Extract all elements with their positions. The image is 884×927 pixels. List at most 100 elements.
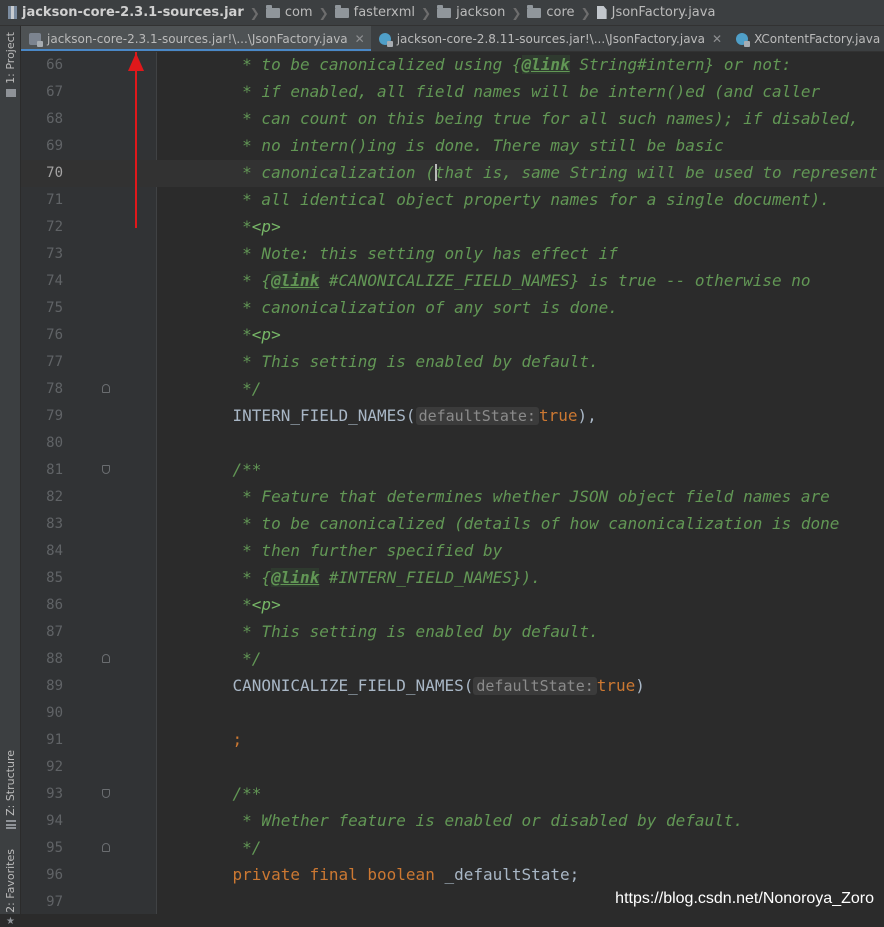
file-icon — [596, 6, 607, 19]
folder-icon — [334, 4, 349, 18]
favorites-tool-label: 2: Favorites — [4, 849, 17, 913]
fold-marker-icon[interactable] — [102, 384, 110, 393]
code-line: 74 * {@link #CANONICALIZE_FIELD_NAMES} i… — [21, 268, 884, 295]
chevron-right-icon: ❯ — [511, 5, 522, 20]
breadcrumb-item[interactable]: jackson-core-2.3.1-sources.jar — [8, 5, 244, 20]
code-line: 91 ; — [21, 727, 884, 754]
close-icon[interactable]: ✕ — [712, 32, 722, 46]
code-token: * canonicalization of any sort is done. — [194, 298, 618, 317]
code-line: 70 * canonicalization (that is, same Str… — [21, 160, 884, 187]
code-token: #CANONICALIZE_FIELD_NAMES} is true -- ot… — [319, 271, 811, 290]
code-line: 72 *<p> — [21, 214, 884, 241]
folder-icon — [437, 4, 452, 18]
code-line: 92 — [21, 754, 884, 781]
line-number: 90 — [46, 705, 63, 721]
code-text: * Whether feature is enabled or disabled… — [194, 811, 743, 831]
line-number: 73 — [46, 246, 63, 262]
code-line: 81 /** — [21, 457, 884, 484]
code-line: 75 * canonicalization of any sort is don… — [21, 295, 884, 322]
code-text: CANONICALIZE_FIELD_NAMES(defaultState: tr… — [194, 676, 645, 696]
code-token: ; — [194, 730, 243, 749]
breadcrumb-label: jackson — [456, 5, 506, 20]
code-text: * canonicalization (that is, same String… — [194, 163, 878, 183]
code-text: *<p> — [194, 217, 281, 237]
code-text: /** — [194, 784, 262, 804]
code-token: * can count on this being true for all s… — [194, 109, 859, 128]
code-text: * can count on this being true for all s… — [194, 109, 859, 129]
code-token: ) — [635, 676, 645, 695]
code-line: 66 * to be canonicalized using {@link St… — [21, 52, 884, 79]
breadcrumb-item[interactable]: fasterxml — [334, 4, 416, 20]
folder-icon — [527, 4, 542, 18]
watermark: https://blog.csdn.net/Nonoroya_Zoro — [615, 890, 874, 907]
code-token: * Feature that determines whether JSON o… — [194, 487, 830, 506]
breadcrumb-item[interactable]: com — [265, 4, 313, 20]
code-line: 82 * Feature that determines whether JSO… — [21, 484, 884, 511]
editor-tab[interactable]: jackson-core-2.3.1-sources.jar!\...\Json… — [21, 26, 371, 51]
code-line: 76 *<p> — [21, 322, 884, 349]
fold-marker-icon[interactable] — [102, 465, 110, 474]
code-token: * canonicalization ( — [194, 163, 435, 182]
code-token: * if enabled, all field names will be in… — [194, 82, 821, 101]
code-line: 68 * can count on this being true for al… — [21, 106, 884, 133]
breadcrumb-item[interactable]: jackson — [437, 4, 506, 20]
editor-tab[interactable]: jackson-core-2.8.11-sources.jar!\...\Jso… — [371, 26, 728, 51]
code-line: 87 * This setting is enabled by default. — [21, 619, 884, 646]
code-text: * canonicalization of any sort is done. — [194, 298, 618, 318]
line-number: 92 — [46, 759, 63, 775]
fold-marker-icon[interactable] — [102, 789, 110, 798]
code-token: * no intern()ing is done. There may stil… — [194, 136, 724, 155]
project-tool-button[interactable]: 1: Project — [0, 32, 21, 97]
code-token: */ — [194, 649, 262, 668]
code-text: * Note: this setting only has effect if — [194, 244, 618, 264]
locked-file-icon — [29, 33, 43, 47]
code-token: /** — [194, 784, 262, 803]
code-token: * { — [194, 568, 272, 587]
code-line: 85 * {@link #INTERN_FIELD_NAMES}). — [21, 565, 884, 592]
code-token: private final boolean — [194, 865, 445, 884]
breadcrumb-label: core — [546, 5, 575, 20]
breadcrumb-label: fasterxml — [353, 5, 416, 20]
close-icon[interactable]: ✕ — [355, 32, 365, 46]
code-token: * This setting is enabled by default. — [194, 622, 599, 641]
breadcrumb-item[interactable]: JsonFactory.java — [596, 5, 716, 20]
code-token: String#intern} or not: — [569, 55, 792, 74]
line-number: 68 — [46, 111, 63, 127]
code-line: 67 * if enabled, all field names will be… — [21, 79, 884, 106]
breadcrumb-label: JsonFactory.java — [611, 5, 716, 20]
code-token: true — [596, 676, 636, 695]
fold-marker-icon[interactable] — [102, 654, 110, 663]
favorites-tool-button[interactable]: 2: Favorites ★ — [0, 849, 21, 927]
fold-marker-icon[interactable] — [102, 843, 110, 852]
code-token: INTERN_FIELD_NAMES( — [194, 406, 416, 425]
code-token: * — [194, 595, 252, 614]
line-number: 87 — [46, 624, 63, 640]
code-line: 89 CANONICALIZE_FIELD_NAMES(defaultState… — [21, 673, 884, 700]
breadcrumb-item[interactable]: core — [527, 4, 575, 20]
code-line: 84 * then further specified by — [21, 538, 884, 565]
code-line: 78 */ — [21, 376, 884, 403]
line-number: 86 — [46, 597, 63, 613]
tab-label: jackson-core-2.8.11-sources.jar!\...\Jso… — [396, 32, 705, 46]
line-number: 77 — [46, 354, 63, 370]
line-number: 81 — [46, 462, 63, 478]
chevron-right-icon: ❯ — [249, 5, 260, 20]
structure-tool-button[interactable]: Z: Structure — [0, 750, 21, 829]
line-number: 82 — [46, 489, 63, 505]
structure-icon — [5, 819, 16, 829]
line-number: 79 — [46, 408, 63, 424]
chevron-right-icon: ❯ — [421, 5, 432, 20]
tab-label: XContentFactory.java — [754, 32, 881, 46]
line-number: 80 — [46, 435, 63, 451]
code-text: */ — [194, 838, 261, 858]
code-token: /** — [194, 460, 262, 479]
structure-tool-label: Z: Structure — [4, 750, 17, 816]
line-number: 97 — [46, 894, 63, 910]
editor-tab[interactable]: XContentFactory.java✕ — [728, 26, 884, 51]
code-line: 77 * This setting is enabled by default. — [21, 349, 884, 376]
line-number: 75 — [46, 300, 63, 316]
editor-tab-bar: jackson-core-2.3.1-sources.jar!\...\Json… — [21, 26, 884, 52]
line-number: 93 — [46, 786, 63, 802]
code-text: * This setting is enabled by default. — [194, 622, 599, 642]
code-text: *<p> — [194, 595, 281, 615]
